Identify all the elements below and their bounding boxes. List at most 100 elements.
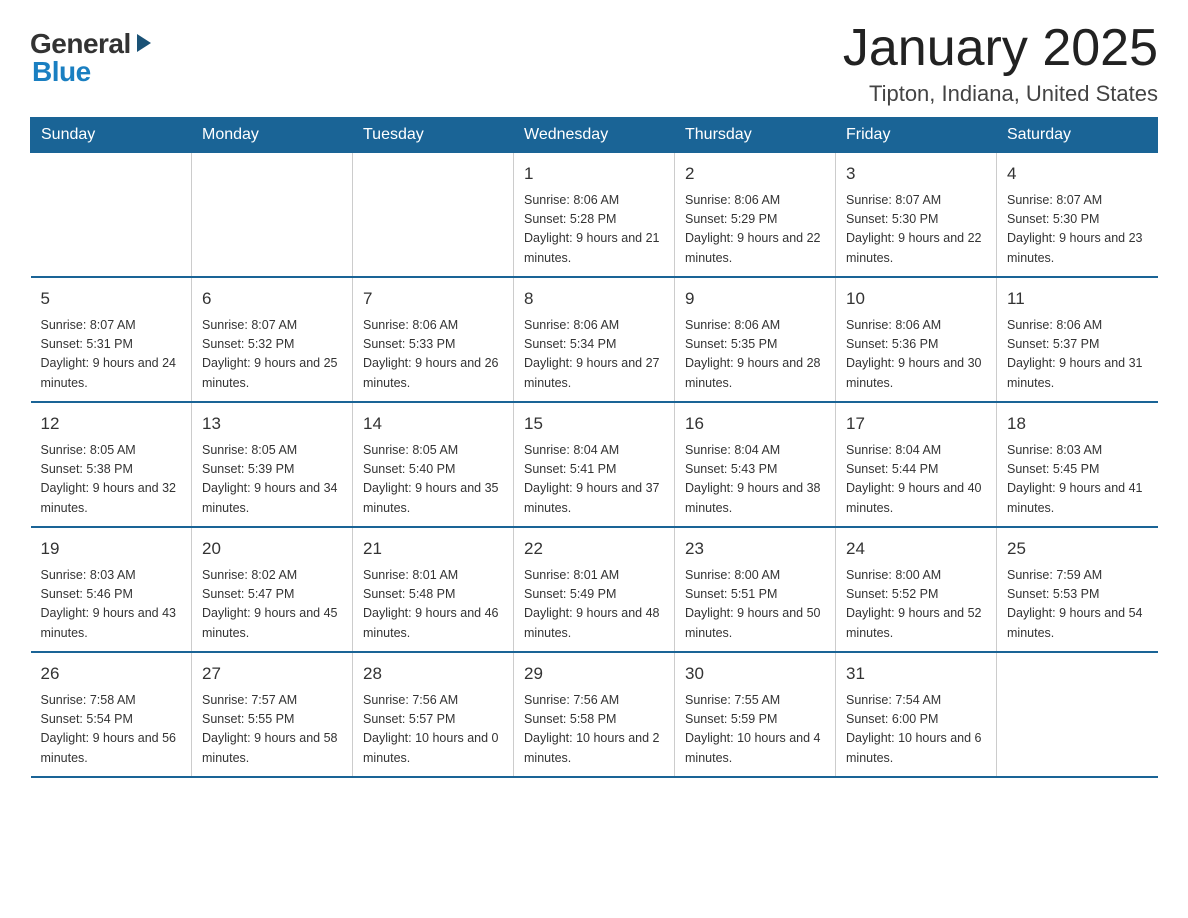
calendar-day-cell: 11 Sunrise: 8:06 AMSunset: 5:37 PMDayligh… [997,277,1158,402]
day-info-text: Sunrise: 7:59 AMSunset: 5:53 PMDaylight:… [1007,566,1148,644]
calendar-table: SundayMondayTuesdayWednesdayThursdayFrid… [30,117,1158,778]
day-number: 9 [685,286,825,312]
day-number: 2 [685,161,825,187]
day-info-text: Sunrise: 8:05 AMSunset: 5:39 PMDaylight:… [202,441,342,519]
day-info-text: Sunrise: 7:54 AMSunset: 6:00 PMDaylight:… [846,691,986,769]
day-of-week-header: Monday [192,118,353,153]
day-info-text: Sunrise: 7:56 AMSunset: 5:57 PMDaylight:… [363,691,503,769]
day-number: 10 [846,286,986,312]
day-info-text: Sunrise: 7:55 AMSunset: 5:59 PMDaylight:… [685,691,825,769]
calendar-day-cell: 13Sunrise: 8:05 AMSunset: 5:39 PMDayligh… [192,402,353,527]
day-info-text: Sunrise: 8:00 AMSunset: 5:51 PMDaylight:… [685,566,825,644]
calendar-day-cell: 29 Sunrise: 7:56 AMSunset: 5:58 PMDayligh… [514,652,675,777]
calendar-week-row: 26Sunrise: 7:58 AMSunset: 5:54 PMDayligh… [31,652,1158,777]
logo: General Blue [30,30,155,86]
logo-general-text: General [30,30,131,58]
day-of-week-header: Sunday [31,118,192,153]
calendar-day-cell: 3 Sunrise: 8:07 AMSunset: 5:30 PMDaylight… [836,153,997,278]
calendar-day-cell: 12 Sunrise: 8:05 AMSunset: 5:38 PMDayligh… [31,402,192,527]
day-info-text: Sunrise: 8:06 AMSunset: 5:28 PMDaylight:… [524,191,664,269]
calendar-day-cell [192,153,353,278]
day-info-text: Sunrise: 8:04 AMSunset: 5:43 PMDaylight:… [685,441,825,519]
calendar-week-row: 1 Sunrise: 8:06 AMSunset: 5:28 PMDaylight… [31,153,1158,278]
day-info-text: Sunrise: 8:06 AMSunset: 5:36 PMDaylight:… [846,316,986,394]
day-info-text: Sunrise: 8:07 AMSunset: 5:30 PMDaylight:… [1007,191,1148,269]
calendar-day-cell [353,153,514,278]
calendar-week-row: 12 Sunrise: 8:05 AMSunset: 5:38 PMDayligh… [31,402,1158,527]
calendar-day-cell: 27Sunrise: 7:57 AMSunset: 5:55 PMDayligh… [192,652,353,777]
page-header: General Blue January 2025 Tipton, Indian… [30,20,1158,107]
day-of-week-header: Friday [836,118,997,153]
day-number: 27 [202,661,342,687]
calendar-day-cell: 17Sunrise: 8:04 AMSunset: 5:44 PMDayligh… [836,402,997,527]
day-info-text: Sunrise: 8:01 AMSunset: 5:48 PMDaylight:… [363,566,503,644]
day-info-text: Sunrise: 8:06 AMSunset: 5:34 PMDaylight:… [524,316,664,394]
calendar-day-cell: 31 Sunrise: 7:54 AMSunset: 6:00 PMDayligh… [836,652,997,777]
day-number: 19 [41,536,182,562]
day-number: 24 [846,536,986,562]
day-info-text: Sunrise: 7:58 AMSunset: 5:54 PMDaylight:… [41,691,182,769]
days-of-week-row: SundayMondayTuesdayWednesdayThursdayFrid… [31,118,1158,153]
calendar-day-cell: 10 Sunrise: 8:06 AMSunset: 5:36 PMDayligh… [836,277,997,402]
day-info-text: Sunrise: 8:03 AMSunset: 5:46 PMDaylight:… [41,566,182,644]
calendar-day-cell [31,153,192,278]
day-number: 11 [1007,286,1148,312]
day-info-text: Sunrise: 8:07 AMSunset: 5:32 PMDaylight:… [202,316,342,394]
calendar-day-cell: 18 Sunrise: 8:03 AMSunset: 5:45 PMDayligh… [997,402,1158,527]
calendar-day-cell: 26Sunrise: 7:58 AMSunset: 5:54 PMDayligh… [31,652,192,777]
day-info-text: Sunrise: 8:06 AMSunset: 5:29 PMDaylight:… [685,191,825,269]
day-number: 28 [363,661,503,687]
day-info-text: Sunrise: 8:06 AMSunset: 5:33 PMDaylight:… [363,316,503,394]
day-of-week-header: Wednesday [514,118,675,153]
day-of-week-header: Thursday [675,118,836,153]
day-info-text: Sunrise: 8:07 AMSunset: 5:30 PMDaylight:… [846,191,986,269]
day-info-text: Sunrise: 7:56 AMSunset: 5:58 PMDaylight:… [524,691,664,769]
calendar-day-cell: 16 Sunrise: 8:04 AMSunset: 5:43 PMDayligh… [675,402,836,527]
day-number: 16 [685,411,825,437]
day-info-text: Sunrise: 8:05 AMSunset: 5:38 PMDaylight:… [41,441,182,519]
day-number: 4 [1007,161,1148,187]
day-info-text: Sunrise: 8:00 AMSunset: 5:52 PMDaylight:… [846,566,986,644]
day-number: 6 [202,286,342,312]
calendar-day-cell: 23 Sunrise: 8:00 AMSunset: 5:51 PMDayligh… [675,527,836,652]
day-number: 18 [1007,411,1148,437]
day-number: 3 [846,161,986,187]
logo-blue-text: Blue [32,58,91,86]
day-number: 14 [363,411,503,437]
calendar-day-cell: 1 Sunrise: 8:06 AMSunset: 5:28 PMDaylight… [514,153,675,278]
calendar-day-cell: 24 Sunrise: 8:00 AMSunset: 5:52 PMDayligh… [836,527,997,652]
day-number: 20 [202,536,342,562]
day-number: 31 [846,661,986,687]
calendar-day-cell: 9Sunrise: 8:06 AMSunset: 5:35 PMDaylight… [675,277,836,402]
day-number: 21 [363,536,503,562]
day-number: 22 [524,536,664,562]
calendar-day-cell: 6 Sunrise: 8:07 AMSunset: 5:32 PMDaylight… [192,277,353,402]
day-info-text: Sunrise: 8:03 AMSunset: 5:45 PMDaylight:… [1007,441,1148,519]
calendar-day-cell: 8 Sunrise: 8:06 AMSunset: 5:34 PMDaylight… [514,277,675,402]
title-section: January 2025 Tipton, Indiana, United Sta… [843,20,1158,107]
day-number: 7 [363,286,503,312]
day-number: 5 [41,286,182,312]
day-number: 30 [685,661,825,687]
day-number: 8 [524,286,664,312]
day-number: 1 [524,161,664,187]
calendar-week-row: 5Sunrise: 8:07 AMSunset: 5:31 PMDaylight… [31,277,1158,402]
day-number: 29 [524,661,664,687]
calendar-day-cell: 19 Sunrise: 8:03 AMSunset: 5:46 PMDayligh… [31,527,192,652]
calendar-day-cell: 25 Sunrise: 7:59 AMSunset: 5:53 PMDayligh… [997,527,1158,652]
day-number: 12 [41,411,182,437]
calendar-header: SundayMondayTuesdayWednesdayThursdayFrid… [31,118,1158,153]
day-number: 25 [1007,536,1148,562]
calendar-day-cell: 22Sunrise: 8:01 AMSunset: 5:49 PMDayligh… [514,527,675,652]
calendar-day-cell: 4 Sunrise: 8:07 AMSunset: 5:30 PMDaylight… [997,153,1158,278]
location-subtitle: Tipton, Indiana, United States [843,81,1158,107]
calendar-day-cell [997,652,1158,777]
month-year-title: January 2025 [843,20,1158,77]
calendar-body: 1 Sunrise: 8:06 AMSunset: 5:28 PMDaylight… [31,153,1158,778]
day-of-week-header: Saturday [997,118,1158,153]
day-info-text: Sunrise: 8:06 AMSunset: 5:37 PMDaylight:… [1007,316,1148,394]
day-of-week-header: Tuesday [353,118,514,153]
calendar-day-cell: 14Sunrise: 8:05 AMSunset: 5:40 PMDayligh… [353,402,514,527]
day-number: 23 [685,536,825,562]
calendar-day-cell: 15Sunrise: 8:04 AMSunset: 5:41 PMDayligh… [514,402,675,527]
